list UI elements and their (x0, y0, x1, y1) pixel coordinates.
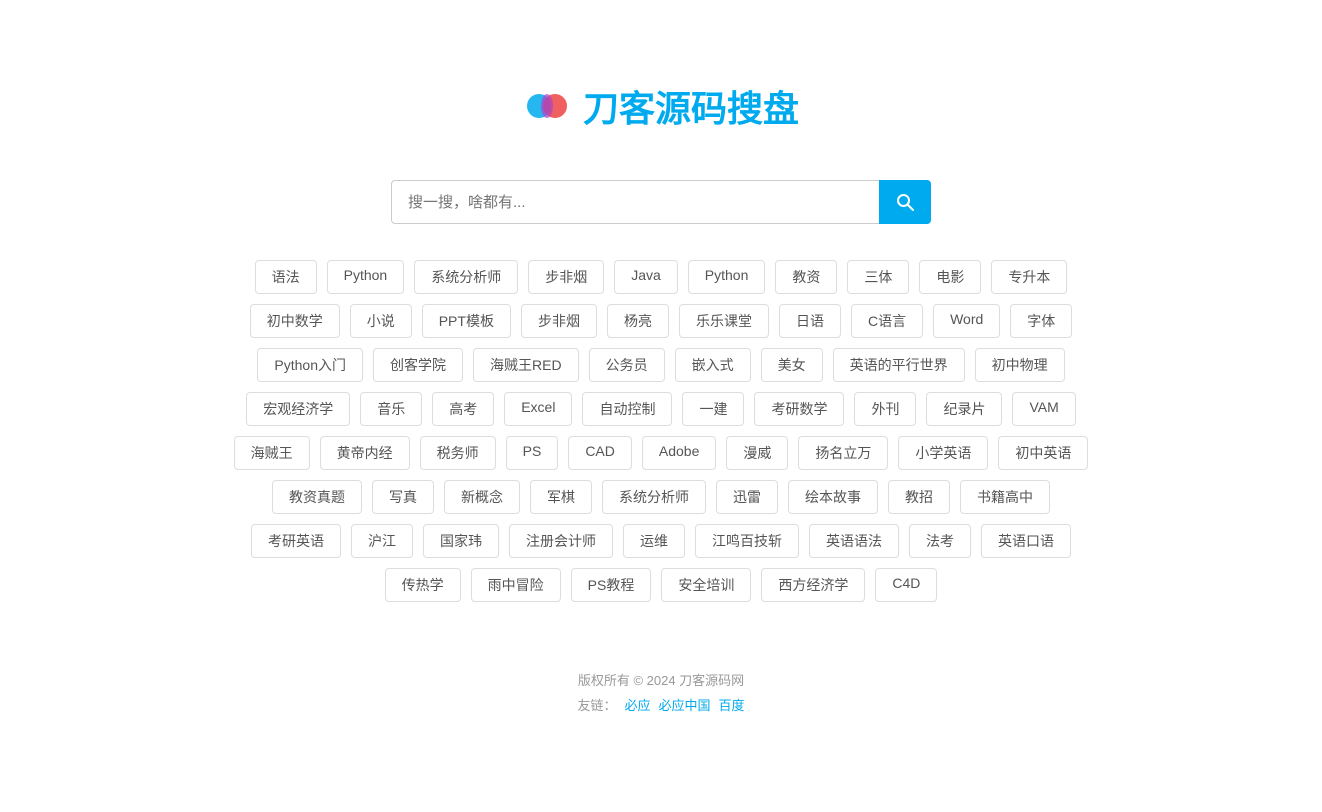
tag-item[interactable]: 新概念 (444, 480, 520, 514)
site-title: 刀客源码搜盘 (583, 80, 799, 132)
tag-item[interactable]: PS (506, 436, 559, 470)
tag-item[interactable]: 初中数学 (250, 304, 340, 338)
tag-item[interactable]: C4D (875, 568, 937, 602)
page-wrapper: 刀客源码搜盘 语法Python系统分析师步非烟JavaPython教资三体电影专… (0, 0, 1322, 714)
tag-item[interactable]: 漫威 (726, 436, 788, 470)
tag-item[interactable]: Excel (504, 392, 572, 426)
tag-item[interactable]: 绘本故事 (788, 480, 878, 514)
tag-item[interactable]: 自动控制 (582, 392, 672, 426)
tag-item[interactable]: 考研英语 (251, 524, 341, 558)
tag-item[interactable]: 音乐 (360, 392, 422, 426)
tag-item[interactable]: PS教程 (571, 568, 652, 602)
tag-item[interactable]: 教招 (888, 480, 950, 514)
tag-item[interactable]: 书籍高中 (960, 480, 1050, 514)
tag-item[interactable]: 系统分析师 (414, 260, 518, 294)
search-button[interactable] (879, 180, 931, 224)
tag-item[interactable]: 西方经济学 (761, 568, 865, 602)
tag-item[interactable]: 江鸣百技斩 (695, 524, 799, 558)
tag-item[interactable]: 步非烟 (521, 304, 597, 338)
tag-item[interactable]: 英语语法 (809, 524, 899, 558)
tag-item[interactable]: 运维 (623, 524, 685, 558)
tag-item[interactable]: 初中英语 (998, 436, 1088, 470)
tag-item[interactable]: 注册会计师 (509, 524, 613, 558)
tag-item[interactable]: Adobe (642, 436, 716, 470)
footer-link-baidu[interactable]: 百度 (719, 695, 745, 714)
tag-item[interactable]: 海贼王 (234, 436, 310, 470)
tag-item[interactable]: CAD (568, 436, 632, 470)
logo-icon (523, 82, 571, 130)
tag-item[interactable]: Word (933, 304, 1000, 338)
tag-item[interactable]: 国家玮 (423, 524, 499, 558)
logo-area: 刀客源码搜盘 (523, 80, 799, 132)
tag-item[interactable]: 日语 (779, 304, 841, 338)
tag-item[interactable]: Python (327, 260, 405, 294)
tag-item[interactable]: 公务员 (589, 348, 665, 382)
tag-item[interactable]: 创客学院 (373, 348, 463, 382)
tag-item[interactable]: C语言 (851, 304, 923, 338)
tag-item[interactable]: 黄帝内经 (320, 436, 410, 470)
tag-item[interactable]: 小说 (350, 304, 412, 338)
search-icon (895, 192, 915, 212)
tag-item[interactable]: 英语的平行世界 (833, 348, 965, 382)
tag-item[interactable]: Python入门 (257, 348, 363, 382)
tag-item[interactable]: 步非烟 (528, 260, 604, 294)
footer-copyright: 版权所有 © 2024 刀客源码网 (577, 670, 744, 689)
tag-item[interactable]: 初中物理 (975, 348, 1065, 382)
footer: 版权所有 © 2024 刀客源码网 友链： 必应 必应中国 百度 (577, 670, 744, 714)
tag-item[interactable]: 外刊 (854, 392, 916, 426)
tag-item[interactable]: 字体 (1010, 304, 1072, 338)
tag-item[interactable]: 考研数学 (754, 392, 844, 426)
tag-item[interactable]: 乐乐课堂 (679, 304, 769, 338)
footer-links-label: 友链： (577, 695, 616, 714)
search-bar (391, 180, 931, 224)
tag-item[interactable]: 电影 (919, 260, 981, 294)
tag-item[interactable]: 三体 (847, 260, 909, 294)
tag-item[interactable]: 税务师 (420, 436, 496, 470)
tag-item[interactable]: 雨中冒险 (471, 568, 561, 602)
tag-item[interactable]: 传热学 (385, 568, 461, 602)
footer-links: 友链： 必应 必应中国 百度 (577, 695, 744, 714)
tag-item[interactable]: Python (688, 260, 766, 294)
tag-item[interactable]: 教资真题 (272, 480, 362, 514)
tag-item[interactable]: 安全培训 (661, 568, 751, 602)
tag-item[interactable]: 英语口语 (981, 524, 1071, 558)
tag-item[interactable]: 杨亮 (607, 304, 669, 338)
tag-item[interactable]: 专升本 (991, 260, 1067, 294)
tag-item[interactable]: 教资 (775, 260, 837, 294)
tag-item[interactable]: 沪江 (351, 524, 413, 558)
tag-item[interactable]: 系统分析师 (602, 480, 706, 514)
tag-item[interactable]: VAM (1012, 392, 1075, 426)
footer-link-biyng[interactable]: 必应 (624, 695, 650, 714)
search-input[interactable] (391, 180, 879, 224)
tag-item[interactable]: PPT模板 (422, 304, 511, 338)
tag-item[interactable]: Java (614, 260, 678, 294)
tag-item[interactable]: 海贼王RED (473, 348, 579, 382)
tag-item[interactable]: 军棋 (530, 480, 592, 514)
tag-item[interactable]: 写真 (372, 480, 434, 514)
tag-item[interactable]: 迅雷 (716, 480, 778, 514)
tag-item[interactable]: 一建 (682, 392, 744, 426)
tag-item[interactable]: 扬名立万 (798, 436, 888, 470)
tag-item[interactable]: 法考 (909, 524, 971, 558)
footer-link-biyng-cn[interactable]: 必应中国 (659, 695, 711, 714)
tag-item[interactable]: 美女 (761, 348, 823, 382)
tag-item[interactable]: 纪录片 (926, 392, 1002, 426)
tag-item[interactable]: 小学英语 (898, 436, 988, 470)
tag-item[interactable]: 高考 (432, 392, 494, 426)
tag-item[interactable]: 嵌入式 (675, 348, 751, 382)
tag-item[interactable]: 语法 (255, 260, 317, 294)
tag-item[interactable]: 宏观经济学 (246, 392, 350, 426)
tags-container: 语法Python系统分析师步非烟JavaPython教资三体电影专升本初中数学小… (231, 260, 1091, 602)
